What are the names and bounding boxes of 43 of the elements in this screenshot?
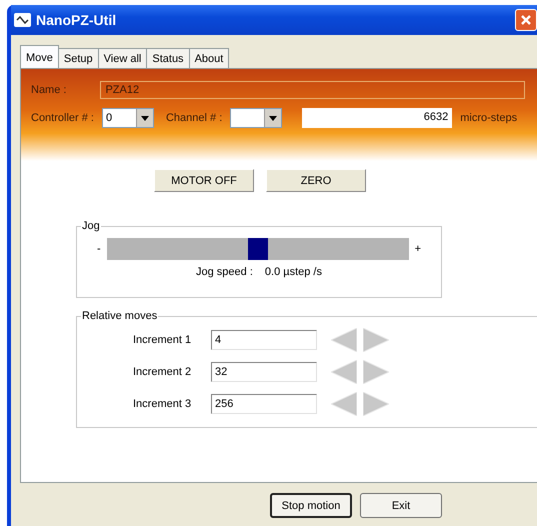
right-arrow-button[interactable] [363,328,389,352]
footer-button[interactable]: Exit [360,493,442,518]
jog-speed-label: Jog speed : [196,266,253,278]
name-label: Name : [31,84,66,96]
tab[interactable]: About [188,48,230,68]
channel-label: Channel # : [166,112,222,124]
caret-icon [140,116,149,120]
tab[interactable]: Setup [58,48,99,68]
tab[interactable]: Status [146,48,190,68]
increment-label: Increment 3 [133,398,192,410]
controller-label: Controller # : [31,112,94,124]
group-title: Jog [81,220,101,232]
tab[interactable]: View all [98,48,148,68]
jog-speed-value: 0.0 µstep /s [264,266,322,278]
jog-slider[interactable] [106,238,409,260]
caret-icon [269,116,278,120]
increment-label: Increment 2 [133,366,192,378]
app-icon [14,13,31,27]
controller-dropdown[interactable]: 0 [102,108,154,128]
footer-button[interactable]: Stop motion [270,493,352,518]
right-arrow-button[interactable] [363,360,389,384]
increment-field[interactable]: 4 [211,330,317,350]
action-button[interactable]: MOTOR OFF [154,169,254,192]
close-button[interactable] [515,9,537,31]
slider-thumb[interactable] [248,238,268,260]
window-title: NanoPZ-Util [36,12,116,28]
group-title: Relative moves [81,310,158,322]
name-field[interactable]: PZA12 [100,81,525,99]
unit-label: micro-steps [460,112,518,124]
left-arrow-button[interactable] [331,392,357,416]
left-arrow-button[interactable] [331,360,357,384]
increment-field[interactable]: 256 [211,394,317,414]
minus-label: - [96,243,101,255]
increment-label: Increment 1 [133,334,192,346]
left-arrow-button[interactable] [331,328,357,352]
channel-dropdown[interactable] [230,108,282,128]
right-arrow-button[interactable] [363,392,389,416]
action-button[interactable]: ZERO [266,169,366,192]
plus-label: + [414,243,422,255]
position-field[interactable]: 6632 [302,108,452,128]
tab[interactable]: Move [20,45,59,68]
increment-field[interactable]: 32 [211,362,317,382]
close-icon [520,14,532,26]
